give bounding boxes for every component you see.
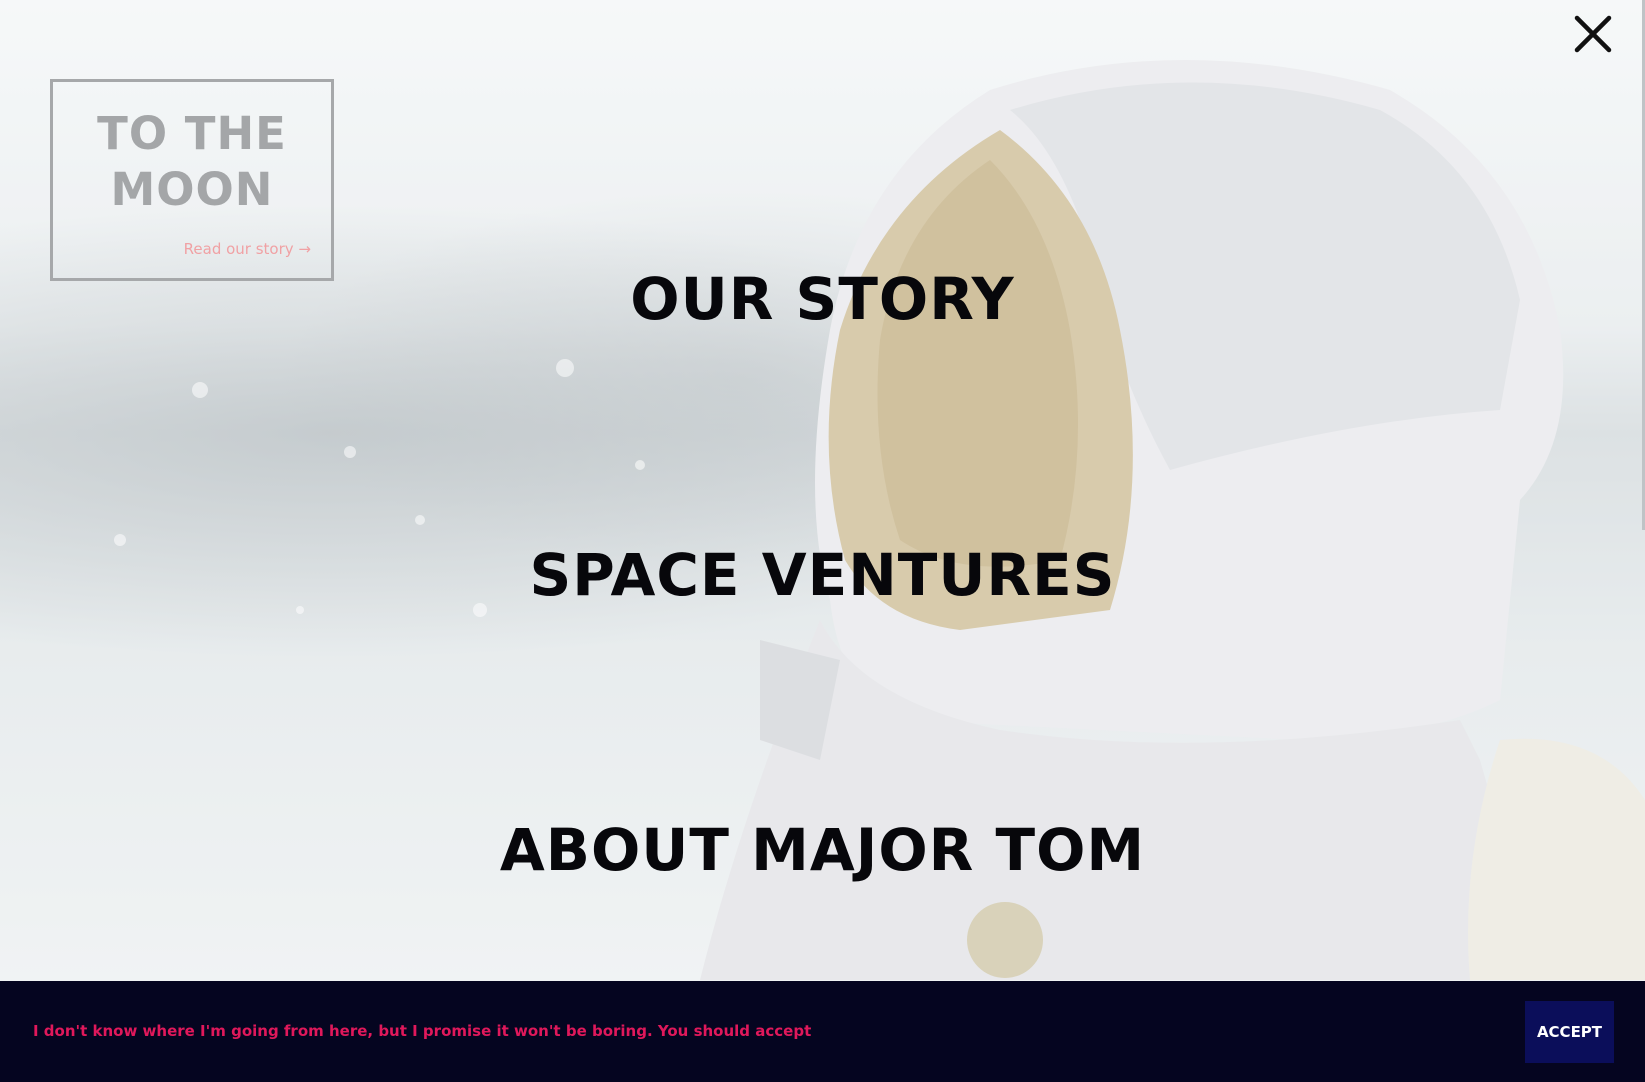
cookie-message: I don't know where I'm going from here, …	[33, 1022, 812, 1040]
read-our-story-link[interactable]: Read our story →	[184, 240, 311, 258]
nav-item-space-ventures[interactable]: SPACE VENTURES	[0, 540, 1645, 610]
nav-item-about-major-tom[interactable]: ABOUT MAJOR TOM	[0, 815, 1645, 885]
nav-item-our-story[interactable]: OUR STORY	[0, 264, 1645, 334]
promo-title-line1: TO THE	[97, 107, 287, 160]
promo-card: TO THE MOON Read our story →	[50, 79, 334, 281]
cookie-banner: I don't know where I'm going from here, …	[0, 981, 1645, 1082]
promo-title: TO THE MOON	[53, 106, 331, 218]
accept-button[interactable]: ACCEPT	[1525, 1001, 1614, 1063]
promo-title-line2: MOON	[110, 163, 274, 216]
close-icon	[1574, 15, 1612, 53]
close-menu-button[interactable]	[1571, 12, 1615, 56]
